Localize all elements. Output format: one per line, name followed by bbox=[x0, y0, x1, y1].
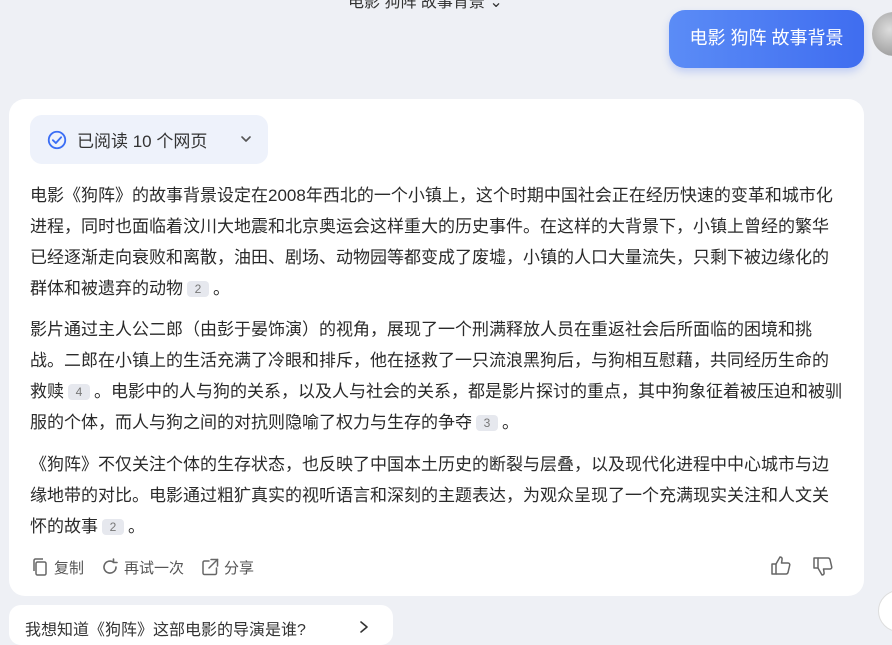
retry-label: 再试一次 bbox=[124, 559, 185, 577]
answer-paragraph-2: 影片通过主人公二郎（由彭于晏饰演）的视角，展现了一个刑满释放人员在重返社会后所面… bbox=[30, 314, 845, 438]
answer-paragraph-3: 《狗阵》不仅关注个体的生存状态，也反映了中国本土历史的断裂与层叠，以及现代化进程… bbox=[30, 449, 845, 542]
copy-icon bbox=[33, 558, 47, 576]
conversation-title[interactable]: 电影 狗阵 故事背景 ⌄ bbox=[348, 0, 503, 12]
answer-text: 《狗阵》不仅关注个体的生存状态，也反映了中国本土历史的断裂与层叠，以及现代化进程… bbox=[30, 455, 829, 536]
check-circle-icon bbox=[47, 130, 67, 149]
citation-badge[interactable]: 3 bbox=[476, 415, 498, 431]
suggested-question-text: 我想知道《狗阵》这部电影的导演是谁? bbox=[25, 622, 306, 639]
conversation-title-text: 电影 狗阵 故事背景 bbox=[348, 0, 485, 11]
thumbs-down-icon[interactable] bbox=[811, 554, 835, 578]
scroll-button[interactable] bbox=[878, 590, 892, 632]
answer-text: 。 bbox=[128, 517, 145, 536]
user-message-bubble: 电影 狗阵 故事背景 bbox=[669, 10, 864, 68]
copy-button[interactable]: 复制 bbox=[30, 557, 84, 578]
retry-button[interactable]: 再试一次 bbox=[100, 557, 184, 578]
share-icon bbox=[202, 558, 219, 576]
answer-text: 电影《狗阵》的故事背景设定在2008年西北的一个小镇上，这个时期中国社会正在经历… bbox=[30, 186, 833, 298]
share-label: 分享 bbox=[224, 559, 255, 577]
share-button[interactable]: 分享 bbox=[200, 557, 254, 578]
answer-card: 已阅读 10 个网页 电影《狗阵》的故事背景设定在2008年西北的一个小镇上，这… bbox=[9, 99, 864, 596]
citation-badge[interactable]: 2 bbox=[102, 519, 124, 535]
answer-text: 。 bbox=[213, 279, 230, 298]
chevron-down-icon bbox=[241, 136, 251, 142]
thumbs-up-icon[interactable] bbox=[769, 554, 793, 578]
arrow-right-icon bbox=[360, 621, 368, 633]
answer-text: 。电影中的人与狗的关系，以及人与社会的关系，都是影片探讨的重点，其中狗象征着被压… bbox=[30, 382, 842, 432]
suggested-question[interactable]: 我想知道《狗阵》这部电影的导演是谁? bbox=[9, 605, 393, 645]
answer-paragraph-1: 电影《狗阵》的故事背景设定在2008年西北的一个小镇上，这个时期中国社会正在经历… bbox=[30, 180, 845, 304]
retry-icon bbox=[103, 558, 118, 574]
reading-sources-toggle[interactable]: 已阅读 10 个网页 bbox=[30, 115, 268, 164]
answer-text: 。 bbox=[502, 413, 519, 432]
citation-badge[interactable]: 2 bbox=[187, 281, 209, 297]
answer-actions: 复制 再试一次 分享 bbox=[30, 554, 270, 580]
citation-badge[interactable]: 4 bbox=[68, 384, 90, 400]
reading-sources-label: 已阅读 10 个网页 bbox=[77, 132, 208, 151]
chevron-down-icon: ⌄ bbox=[489, 0, 503, 11]
user-message-text: 电影 狗阵 故事背景 bbox=[689, 28, 844, 48]
copy-label: 复制 bbox=[54, 559, 85, 577]
avatar[interactable] bbox=[872, 12, 892, 56]
